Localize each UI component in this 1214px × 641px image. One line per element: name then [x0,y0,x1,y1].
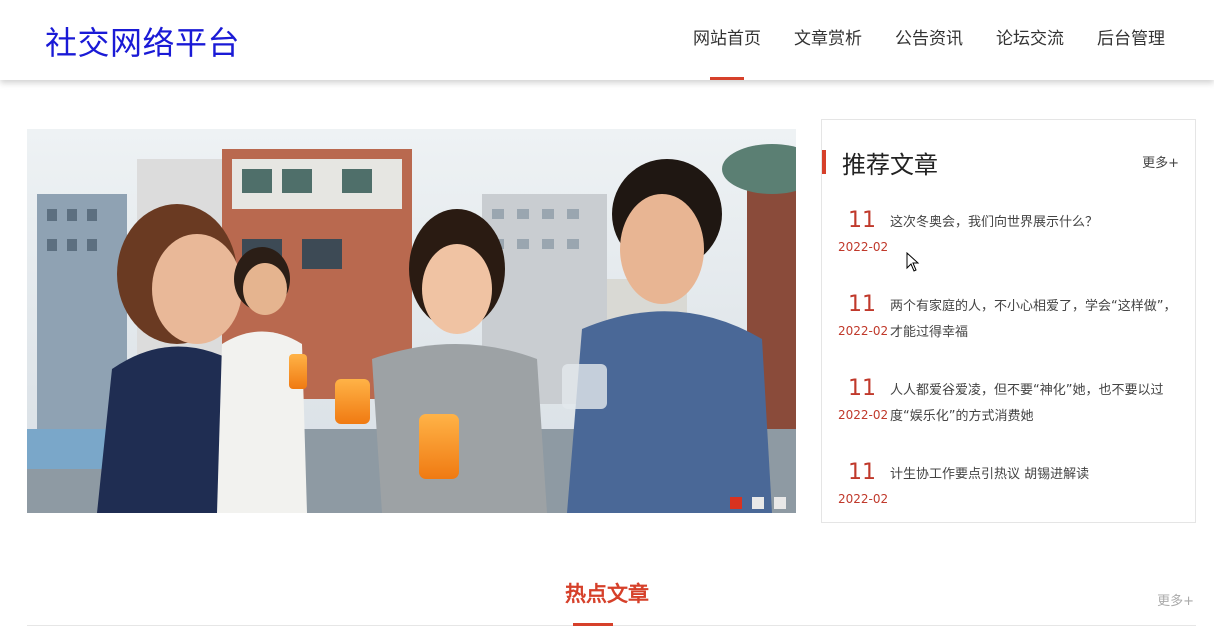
article-year-month: 2022-02 [838,324,889,338]
site-logo[interactable]: 社交网络平台 [45,18,240,64]
recommend-panel: 推荐文章 更多+ 11 2022-02 这次冬奥会，我们向世界展示什么？ 11 … [821,119,1196,523]
recommend-article[interactable]: 11 2022-02 这次冬奥会，我们向世界展示什么？ [836,208,1186,272]
article-day: 11 [848,208,876,233]
nav-item-home[interactable]: 网站首页 [693,0,761,80]
article-day: 11 [848,292,876,317]
article-year-month: 2022-02 [838,240,889,254]
article-title[interactable]: 计生协工作要点引热议 胡锡进解读 [890,462,1186,488]
recommend-title: 推荐文章 [842,151,938,179]
article-day: 11 [848,460,876,485]
mouse-pointer-icon [906,252,920,272]
carousel-dots [730,497,786,509]
title-accent-bar [822,150,826,174]
hot-section-title: 热点文章 [565,582,649,606]
recommend-header: 推荐文章 更多+ [822,148,1195,179]
nav-item-announcements[interactable]: 公告资讯 [895,0,963,80]
recommend-more-link[interactable]: 更多+ [1142,152,1179,171]
nav-item-forum[interactable]: 论坛交流 [996,0,1064,80]
article-year-month: 2022-02 [838,492,889,506]
article-title[interactable]: 这次冬奥会，我们向世界展示什么？ [890,210,1186,236]
recommend-article[interactable]: 11 2022-02 人人都爱谷爱凌，但不要“神化”她，也不要以过度“娱乐化”的… [836,376,1186,440]
banner-image [27,129,796,513]
nav-item-admin[interactable]: 后台管理 [1097,0,1165,80]
article-title[interactable]: 人人都爱谷爱凌，但不要“神化”她，也不要以过度“娱乐化”的方式消费她 [890,378,1186,430]
carousel-dot[interactable] [752,497,764,509]
nav-item-articles[interactable]: 文章赏析 [794,0,862,80]
article-year-month: 2022-02 [838,408,889,422]
main-nav: 网站首页 文章赏析 公告资讯 论坛交流 后台管理 [693,0,1214,80]
site-header: 社交网络平台 网站首页 文章赏析 公告资讯 论坛交流 后台管理 [0,0,1214,80]
recommend-article[interactable]: 11 2022-02 计生协工作要点引热议 胡锡进解读 [836,460,1186,524]
recommend-article[interactable]: 11 2022-02 两个有家庭的人，不小心相爱了，学会“这样做”，才能过得幸福 [836,292,1186,356]
carousel-dot[interactable] [774,497,786,509]
banner-carousel[interactable] [27,129,796,513]
hot-more-link[interactable]: 更多+ [1157,590,1194,609]
carousel-dot[interactable] [730,497,742,509]
article-day: 11 [848,376,876,401]
hot-title-underline [573,623,613,626]
article-title[interactable]: 两个有家庭的人，不小心相爱了，学会“这样做”，才能过得幸福 [890,294,1186,346]
